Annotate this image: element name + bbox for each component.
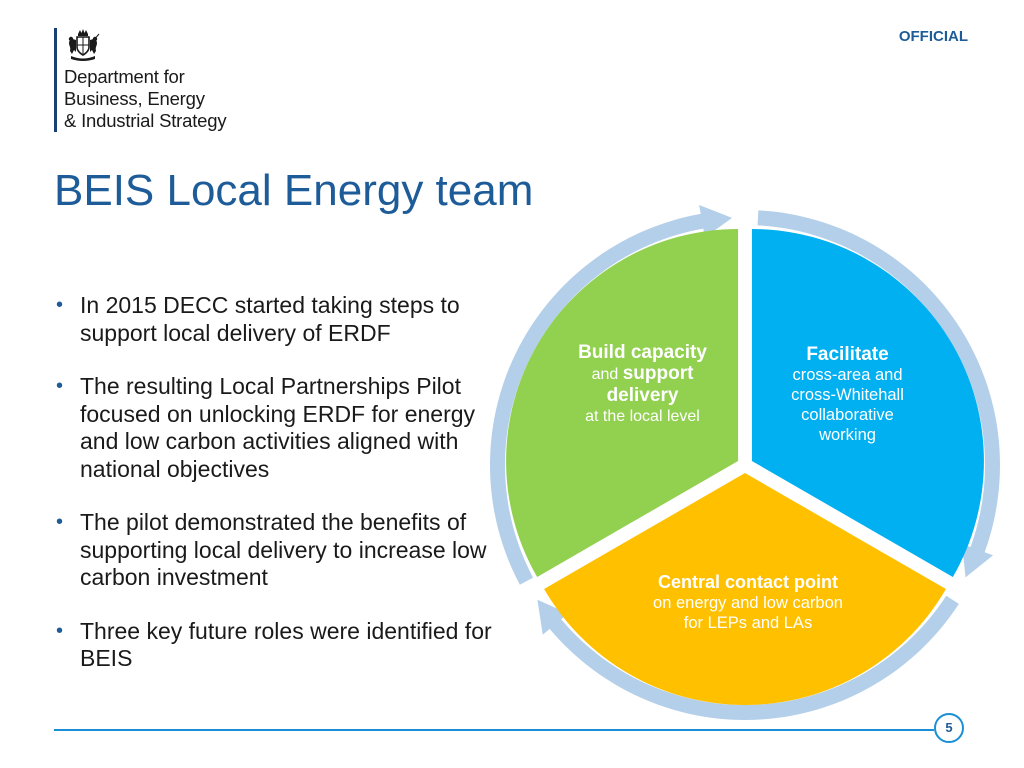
facilitate-label: Facilitate cross-area and cross-Whitehal… [760,344,935,445]
bullet-item: • Three key future roles were identified … [54,618,494,673]
roles-cycle-diagram: Build capacity and support delivery at t… [489,200,1010,720]
department-name-line: Department for [64,66,185,87]
slide-title: BEIS Local Energy team [54,166,534,215]
bullet-icon: • [56,294,64,316]
build-capacity-subtitle: at the local level [585,408,700,425]
classification-label: OFFICIAL [898,28,968,45]
bullet-list: • In 2015 DECC started taking steps to su… [54,292,494,699]
central-contact-line: on energy and low carbon [653,594,843,612]
facilitate-title: Facilitate [806,344,889,365]
royal-coat-of-arms-icon [68,29,100,61]
page-number-badge: 5 [934,713,964,743]
facilitate-line: cross-area and [792,366,903,384]
bullet-text: Three key future roles were identified f… [80,617,492,672]
department-name: Department for Business, Energy & Indust… [64,66,227,132]
bullet-text: The resulting Local Partnerships Pilot f… [80,373,476,482]
cycle-graphic [489,205,1000,720]
bullet-item: • The resulting Local Partnerships Pilot … [54,373,494,483]
facilitate-line: collaborative [801,406,894,424]
footer-divider [54,729,934,731]
build-capacity-delivery: delivery [606,385,679,406]
build-capacity-title: Build capacity [578,342,707,363]
bullet-icon: • [56,375,64,397]
build-capacity-support: support [622,363,694,384]
facilitate-line: working [819,426,876,444]
build-capacity-label: Build capacity and support delivery at t… [555,342,730,427]
bullet-icon: • [56,511,64,533]
bullet-item: • In 2015 DECC started taking steps to su… [54,292,494,347]
build-capacity-and: and [591,366,619,383]
central-contact-title: Central contact point [657,572,838,592]
logo-divider [54,28,57,132]
bullet-text: In 2015 DECC started taking steps to sup… [80,292,460,346]
department-name-line: Business, Energy [64,88,205,109]
central-contact-line: for LEPs and LAs [683,614,813,632]
bullet-text: The pilot demonstrated the benefits of s… [80,509,487,590]
central-contact-label: Central contact point on energy and low … [618,572,878,633]
department-name-line: & Industrial Strategy [64,110,227,131]
bullet-item: • The pilot demonstrated the benefits of … [54,509,494,592]
bullet-icon: • [56,619,64,642]
facilitate-line: cross-Whitehall [791,386,904,404]
department-logo: Department for Business, Energy & Indust… [54,28,274,134]
